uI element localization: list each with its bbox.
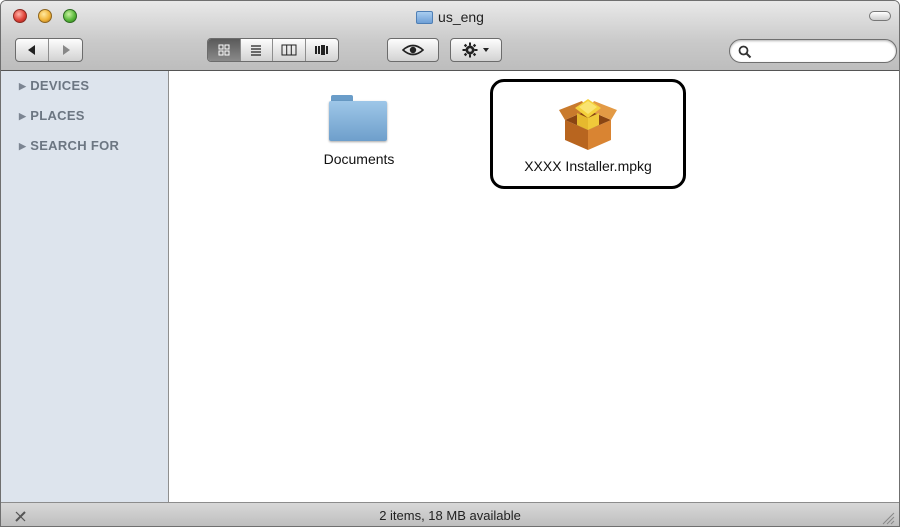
forward-arrow-icon: [62, 45, 70, 55]
sidebar-item-label: PLACES: [30, 108, 85, 123]
disclosure-triangle-icon: ▶: [19, 141, 27, 151]
sidebar-item-label: SEARCH FOR: [30, 138, 120, 153]
toolbar-toggle-button[interactable]: [869, 11, 891, 21]
icon-view-button[interactable]: [208, 39, 241, 61]
action-menu-group: [450, 38, 502, 62]
coverflow-view-button[interactable]: [306, 39, 338, 61]
no-write-pencil-icon: [15, 511, 26, 522]
view-mode-buttons: [207, 38, 339, 62]
status-bar: 2 items, 18 MB available: [1, 502, 899, 526]
finder-window: us_eng ▶ DEVICES ▶ PLACES ▶ SEARCH FOR D…: [0, 0, 900, 527]
action-menu-button[interactable]: [451, 39, 501, 61]
disclosure-triangle-icon: ▶: [19, 81, 27, 91]
folder-icon: [416, 11, 434, 24]
window-title: us_eng: [1, 7, 899, 27]
column-view-icon: [281, 44, 297, 56]
chevron-down-icon: [483, 48, 489, 52]
resize-handle-icon[interactable]: [881, 511, 895, 525]
column-view-button[interactable]: [273, 39, 306, 61]
sidebar: ▶ DEVICES ▶ PLACES ▶ SEARCH FOR: [1, 71, 169, 502]
coverflow-view-icon: [314, 45, 328, 55]
eye-icon: [402, 44, 424, 56]
quick-look-button[interactable]: [388, 39, 438, 61]
window-title-text: us_eng: [438, 9, 484, 25]
toolbar: us_eng: [1, 1, 899, 71]
file-label: Documents: [323, 151, 395, 167]
sidebar-item-devices[interactable]: ▶ DEVICES: [1, 71, 168, 101]
status-text: 2 items, 18 MB available: [379, 508, 521, 523]
file-label: XXXX Installer.mpkg: [524, 158, 652, 174]
sidebar-item-places[interactable]: ▶ PLACES: [1, 101, 168, 131]
navigation-buttons: [15, 38, 83, 62]
search-field[interactable]: [729, 39, 897, 63]
package-icon: [559, 99, 617, 150]
back-button[interactable]: [16, 39, 50, 61]
file-browser-content: Documents XXXX Installer.mpkg: [170, 71, 899, 502]
list-view-button[interactable]: [241, 39, 273, 61]
search-icon: [738, 45, 752, 59]
file-item-installer[interactable]: XXXX Installer.mpkg: [490, 79, 686, 189]
quick-look-group: [387, 38, 439, 62]
search-input[interactable]: [754, 42, 892, 60]
back-arrow-icon: [28, 45, 35, 55]
folder-icon: [329, 93, 389, 145]
sidebar-item-search-for[interactable]: ▶ SEARCH FOR: [1, 131, 168, 161]
file-item-documents[interactable]: Documents: [304, 93, 414, 167]
disclosure-triangle-icon: ▶: [19, 111, 27, 121]
forward-button[interactable]: [49, 39, 82, 61]
icon-view-icon: [218, 44, 230, 56]
gear-icon: [462, 42, 478, 58]
sidebar-item-label: DEVICES: [30, 78, 90, 93]
list-view-icon: [251, 45, 262, 56]
